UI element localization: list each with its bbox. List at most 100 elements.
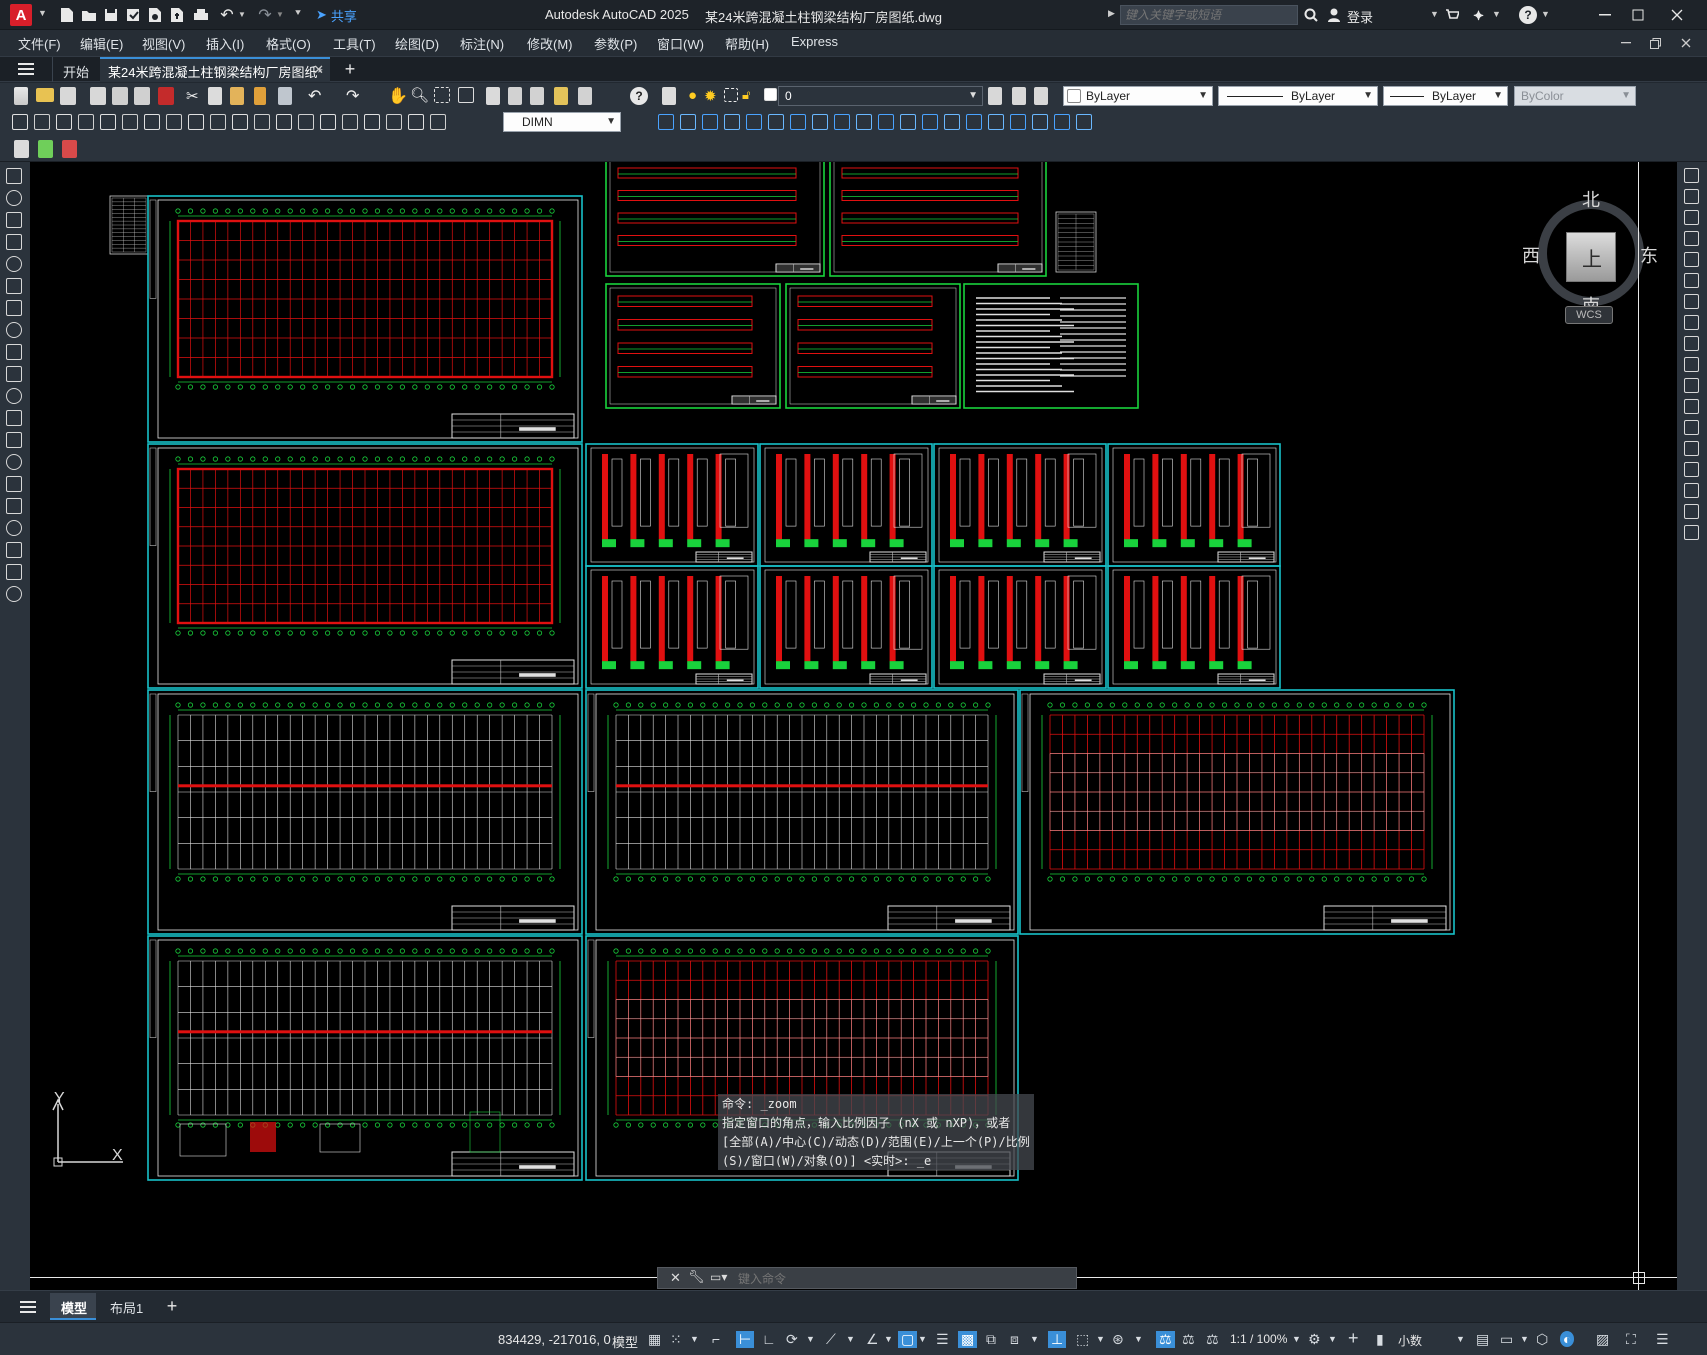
plot-icon[interactable]	[192, 6, 210, 24]
units-value[interactable]: 小数	[1398, 1332, 1422, 1349]
viewcube-east[interactable]: 东	[1640, 242, 1658, 268]
explode-tool-icon[interactable]	[1684, 525, 1699, 540]
annotation-monitor-icon[interactable]: +	[1348, 1328, 1359, 1349]
array-tool-icon[interactable]	[1684, 252, 1699, 267]
construction-line-icon[interactable]	[6, 190, 22, 206]
preview-icon[interactable]	[112, 87, 128, 105]
redo-toolbar-icon[interactable]: ↷	[346, 86, 364, 105]
open-icon[interactable]	[36, 88, 54, 102]
object-snap-tracking-icon[interactable]: ∠	[866, 1331, 879, 1348]
redo-chevron-icon[interactable]: ▼	[276, 10, 284, 19]
web-save-icon[interactable]	[146, 6, 164, 24]
save-toolbar-icon[interactable]	[60, 87, 76, 105]
pdf-icon[interactable]	[158, 87, 174, 105]
customization-menu-icon[interactable]: ☰	[1656, 1331, 1669, 1348]
scale-3d-icon[interactable]	[988, 114, 1004, 130]
circle-tool-icon[interactable]	[6, 300, 22, 316]
dim-update-icon[interactable]	[430, 114, 446, 130]
line-tool-icon[interactable]	[6, 168, 22, 184]
help-icon[interactable]: ?	[1519, 6, 1537, 24]
command-recent-icon[interactable]: ▭▾	[710, 1270, 727, 1284]
join-tool-icon[interactable]	[1684, 441, 1699, 456]
add-layout-button[interactable]: +	[162, 1296, 182, 1316]
trim-3d-icon[interactable]	[834, 114, 850, 130]
point-tool-icon[interactable]	[6, 454, 22, 470]
rotate-tool-icon[interactable]	[1684, 294, 1699, 309]
quick-access-customize-icon[interactable]: ⯆	[294, 8, 302, 19]
center-mark-icon[interactable]	[320, 114, 336, 130]
polar-icon[interactable]: ⟳	[786, 1331, 798, 1348]
quick-properties-icon[interactable]: ▤	[1476, 1331, 1489, 1348]
help-toolbar-icon[interactable]: ?	[630, 87, 648, 105]
dim-break-icon[interactable]	[276, 114, 292, 130]
save-as-icon[interactable]	[124, 6, 142, 24]
auto-scale-icon[interactable]: ⚖	[1182, 1331, 1195, 1348]
layer-dropdown[interactable]: 0 ▼	[778, 86, 983, 106]
polygon-tool-icon[interactable]	[6, 234, 22, 250]
isolate-objects-icon[interactable]: ⬡	[1536, 1331, 1548, 1348]
add-selected-icon[interactable]	[6, 586, 22, 602]
window-minimize-button[interactable]	[1590, 5, 1620, 25]
3d-osnap-icon[interactable]: ⧈	[1010, 1331, 1019, 1348]
units-chevron-icon[interactable]: ▼	[1456, 1334, 1465, 1344]
mtext-tool-icon[interactable]	[6, 564, 22, 580]
menu-draw[interactable]: 绘图(D)	[395, 34, 439, 53]
array-3d-icon[interactable]	[966, 114, 982, 130]
menu-insert[interactable]: 插入(I)	[206, 34, 244, 53]
move-tool-icon[interactable]	[1684, 273, 1699, 288]
object-snap-tracking-chevron-icon[interactable]: ▼	[884, 1334, 893, 1344]
copy-3d-icon[interactable]	[680, 114, 696, 130]
cut-icon[interactable]: ✂	[186, 87, 204, 105]
workspace-chevron-icon[interactable]: ▼	[1328, 1334, 1337, 1344]
ellipse-tool-icon[interactable]	[6, 366, 22, 382]
angular-dim-icon[interactable]	[166, 114, 182, 130]
object-snap-icon[interactable]: ▢	[898, 1331, 918, 1348]
mirror-3d-icon[interactable]	[702, 114, 718, 130]
tab-layout1[interactable]: 布局1	[100, 1293, 156, 1320]
window-close-button[interactable]	[1660, 5, 1694, 25]
gizmo-icon[interactable]: ⊛	[1112, 1331, 1124, 1348]
make-block-icon[interactable]	[6, 432, 22, 448]
block-editor-icon[interactable]	[278, 87, 292, 105]
ortho-icon[interactable]: ∟	[762, 1331, 776, 1347]
layer-freeze-sun-icon[interactable]: ✹	[704, 87, 722, 105]
coordinates-readout[interactable]: 834429, -217016, 0	[498, 1332, 611, 1347]
polar-chevron-icon[interactable]: ▼	[806, 1334, 815, 1344]
units-icon[interactable]: ▮	[1376, 1331, 1384, 1348]
selection-cycling-icon[interactable]: ⧉	[986, 1331, 996, 1348]
selection-filter-chevron-icon[interactable]: ▼	[1096, 1334, 1105, 1344]
share-button[interactable]: ➤ 共享	[316, 5, 357, 25]
menu-window[interactable]: 窗口(W)	[657, 34, 704, 53]
splinedit-3d-icon[interactable]	[1076, 114, 1092, 130]
tab-model[interactable]: 模型	[50, 1293, 96, 1320]
move-3d-icon[interactable]	[658, 114, 674, 130]
break-point-icon[interactable]	[1684, 399, 1699, 414]
stretch-3d-icon[interactable]	[1010, 114, 1026, 130]
quick-dim-icon[interactable]	[188, 114, 204, 130]
command-input[interactable]	[736, 1270, 1070, 1288]
viewcube-west[interactable]: 西	[1522, 242, 1540, 268]
account-chevron-icon[interactable]: ▼	[1430, 9, 1439, 19]
lengthen-3d-icon[interactable]	[1032, 114, 1048, 130]
break-3d-icon[interactable]	[922, 114, 938, 130]
qnew-icon[interactable]	[14, 87, 28, 105]
sheet-set-icon[interactable]	[554, 87, 568, 105]
undo-toolbar-icon[interactable]: ↶	[308, 86, 326, 105]
stretch-tool-icon[interactable]	[1684, 336, 1699, 351]
linetype-dropdown[interactable]: ByLayer ▼	[1218, 86, 1378, 106]
dim-text-edit-icon[interactable]	[408, 114, 424, 130]
ellipse-arc-icon[interactable]	[6, 388, 22, 404]
properties-icon[interactable]	[486, 87, 500, 105]
new-tab-button[interactable]: +	[340, 59, 360, 79]
tab-close-icon[interactable]: ✕	[313, 62, 324, 78]
make-current-layer-icon[interactable]	[988, 87, 1002, 105]
erase-tool-icon[interactable]	[1684, 168, 1699, 183]
open-file-icon[interactable]	[80, 6, 98, 24]
grid-icon[interactable]: ▦	[648, 1331, 661, 1348]
zoom-previous-icon[interactable]	[458, 87, 474, 103]
mirror-tool-icon[interactable]	[1684, 210, 1699, 225]
extend-3d-icon[interactable]	[856, 114, 872, 130]
jogged-linear-icon[interactable]	[364, 114, 380, 130]
jogged-dim-icon[interactable]	[122, 114, 138, 130]
pan-icon[interactable]: ✋	[388, 86, 408, 105]
